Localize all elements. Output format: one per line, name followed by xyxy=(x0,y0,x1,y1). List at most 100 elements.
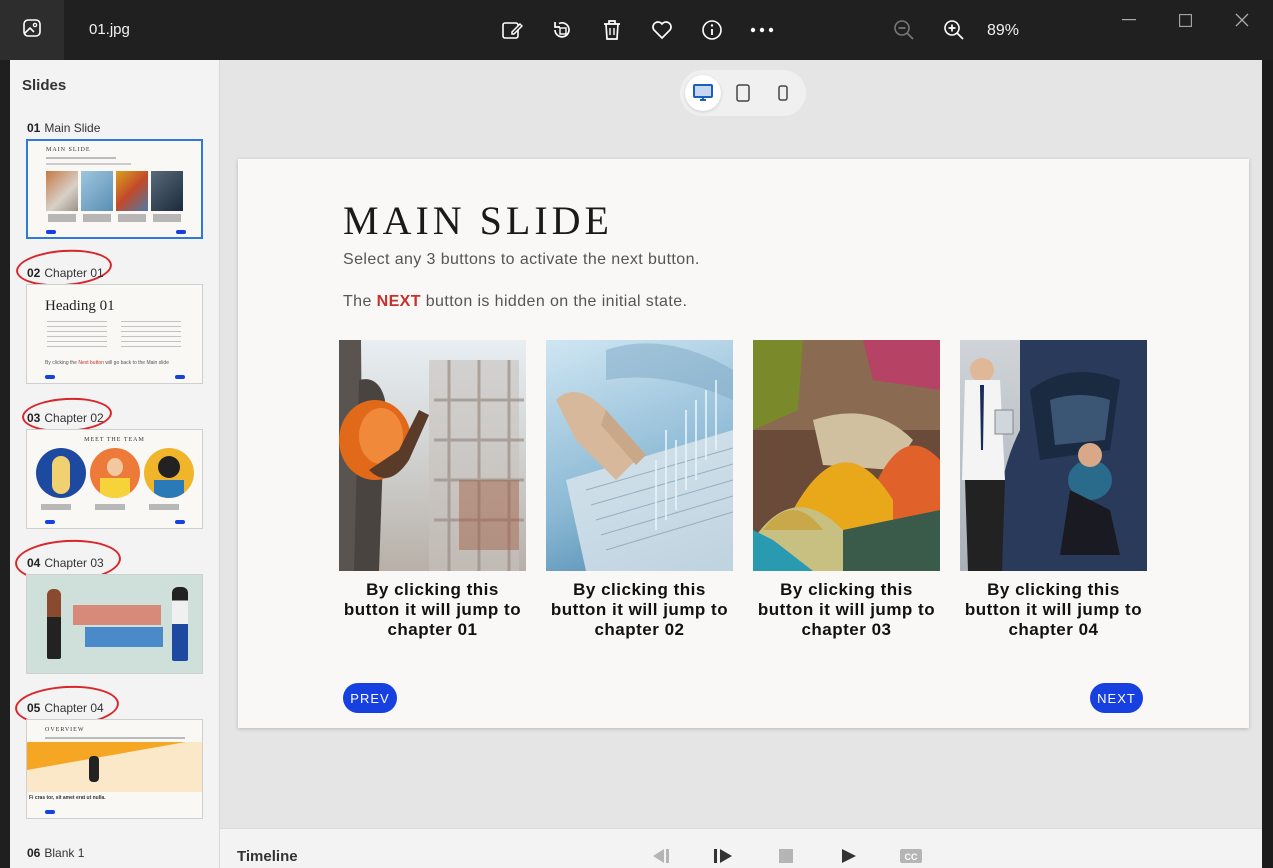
slide-thumbnail-03[interactable]: MEET THE TEAM xyxy=(26,429,203,529)
thumb-box-blue xyxy=(85,627,163,647)
chapter-04-image[interactable] xyxy=(960,340,1147,571)
phone-icon[interactable] xyxy=(765,75,801,111)
timeline-bar: Timeline CC xyxy=(220,828,1262,868)
slide-label-02[interactable]: 02 Chapter 01 xyxy=(27,266,104,280)
delete-icon[interactable] xyxy=(600,18,624,42)
chapter-04-caption[interactable]: By clicking this button it will jump to … xyxy=(960,580,1147,640)
slide-name: Chapter 04 xyxy=(44,701,104,715)
thumb-prev-pill xyxy=(46,230,56,234)
desktop-icon[interactable] xyxy=(685,75,721,111)
file-name: 01.jpg xyxy=(89,21,130,38)
chapter-02-caption[interactable]: By clicking this button it will jump to … xyxy=(546,580,733,640)
thumb-prev-pill xyxy=(45,375,55,379)
title-bar: 01.jpg 89% xyxy=(0,0,1273,60)
thumb-footer-text: By clicking the Next button will go back… xyxy=(45,360,169,366)
thumb-banner xyxy=(27,742,202,792)
slide-name: Chapter 01 xyxy=(44,266,104,280)
slide-title: MAIN SLIDE xyxy=(343,198,613,243)
thumb-figure-left xyxy=(47,589,61,659)
rotate-icon[interactable] xyxy=(550,18,574,42)
thumb-image-4 xyxy=(151,171,183,211)
svg-text:CC: CC xyxy=(905,852,918,862)
tablet-icon[interactable] xyxy=(725,75,761,111)
zoom-level: 89% xyxy=(987,22,1020,39)
rewind-icon[interactable] xyxy=(650,847,672,865)
app-icon-button[interactable] xyxy=(0,0,64,60)
next-highlight: NEXT xyxy=(376,293,421,310)
slide-number: 06 xyxy=(27,846,41,860)
slide-name: Blank 1 xyxy=(44,846,85,860)
thumb-heading: Heading 01 xyxy=(45,298,115,314)
thumb-title: OVERVIEW xyxy=(45,727,85,733)
slide-label-05[interactable]: 05 Chapter 04 xyxy=(27,701,104,715)
thumb-prev-pill xyxy=(45,520,55,524)
device-toggle xyxy=(680,70,806,116)
slide-name: Main Slide xyxy=(44,121,101,135)
thumb-box-red xyxy=(73,605,161,625)
chapter-03-caption[interactable]: By clicking this button it will jump to … xyxy=(753,580,940,640)
chapter-02-image[interactable] xyxy=(546,340,733,571)
slide-thumbnail-05[interactable]: OVERVIEW Fi cras tor, sit amet erat ut n… xyxy=(26,719,203,819)
slides-panel: Slides 01 Main Slide MAIN SLIDE 02 Chapter… xyxy=(10,60,220,868)
chapter-01-caption[interactable]: By clicking this button it will jump to … xyxy=(339,580,526,640)
slide-subtitle: Select any 3 buttons to activate the nex… xyxy=(343,251,700,268)
slide-label-04[interactable]: 04 Chapter 03 xyxy=(27,556,104,570)
thumb-text-lines xyxy=(46,157,116,159)
thumb-figure-right xyxy=(172,587,188,661)
favorite-icon[interactable] xyxy=(650,18,674,42)
main-slide: MAIN SLIDE Select any 3 buttons to activ… xyxy=(238,159,1249,728)
maximize-icon[interactable] xyxy=(1170,8,1200,32)
step-forward-icon[interactable] xyxy=(712,847,734,865)
play-icon[interactable] xyxy=(838,847,860,865)
thumb-next-pill xyxy=(175,375,185,379)
thumb-next-pill xyxy=(176,230,186,234)
slide-label-06[interactable]: 06 Blank 1 xyxy=(27,846,84,860)
info-icon[interactable] xyxy=(700,18,724,42)
image-icon xyxy=(22,18,42,43)
stop-icon[interactable] xyxy=(775,847,797,865)
thumb-prev-pill xyxy=(45,810,55,814)
zoom-in-icon[interactable] xyxy=(942,18,966,42)
close-icon[interactable] xyxy=(1227,8,1257,32)
slide-thumbnail-04[interactable] xyxy=(26,574,203,674)
thumb-bullets-left xyxy=(47,321,107,351)
thumb-caption-lines xyxy=(48,214,183,222)
slide-thumbnail-02[interactable]: Heading 01 By clicking the Next button w… xyxy=(26,284,203,384)
minimize-icon[interactable] xyxy=(1114,8,1144,32)
slide-name: Chapter 02 xyxy=(44,411,104,425)
team-avatar-1 xyxy=(36,448,86,498)
thumb-title: MEET THE TEAM xyxy=(84,437,145,443)
slide-number: 02 xyxy=(27,266,41,280)
zoom-out-icon[interactable] xyxy=(892,18,916,42)
thumb-image-3 xyxy=(116,171,148,211)
chapter-01-image[interactable] xyxy=(339,340,526,571)
slide-number: 01 xyxy=(27,121,41,135)
next-button[interactable]: NEXT xyxy=(1090,683,1143,713)
closed-captions-icon[interactable]: CC xyxy=(899,847,923,865)
slide-number: 05 xyxy=(27,701,41,715)
thumb-name-lines xyxy=(41,504,191,510)
team-avatar-3 xyxy=(144,448,194,498)
slide-instruction: The NEXT button is hidden on the initial… xyxy=(343,293,688,310)
thumb-image-1 xyxy=(46,171,78,211)
thumb-title: MAIN SLIDE xyxy=(46,147,91,153)
slide-label-03[interactable]: 03 Chapter 02 xyxy=(27,411,104,425)
thumb-bullets-right xyxy=(121,321,181,351)
chapter-03-image[interactable] xyxy=(753,340,940,571)
slide-name: Chapter 03 xyxy=(44,556,104,570)
thumb-text-lines xyxy=(46,163,131,165)
team-avatar-2 xyxy=(90,448,140,498)
slide-number: 04 xyxy=(27,556,41,570)
thumb-image-2 xyxy=(81,171,113,211)
slides-panel-title: Slides xyxy=(22,77,67,94)
edit-image-icon[interactable] xyxy=(500,18,524,42)
window-edge xyxy=(1262,60,1273,868)
thumb-body-text: Fi cras tor, sit amet erat ut nulla. xyxy=(29,795,106,801)
slide-number: 03 xyxy=(27,411,41,425)
prev-button[interactable]: PREV xyxy=(343,683,397,713)
thumb-text-lines xyxy=(45,737,185,739)
more-icon[interactable] xyxy=(750,18,774,42)
slide-label-01[interactable]: 01 Main Slide xyxy=(27,121,100,135)
slide-thumbnail-01[interactable]: MAIN SLIDE xyxy=(26,139,203,239)
timeline-label: Timeline xyxy=(237,848,298,865)
